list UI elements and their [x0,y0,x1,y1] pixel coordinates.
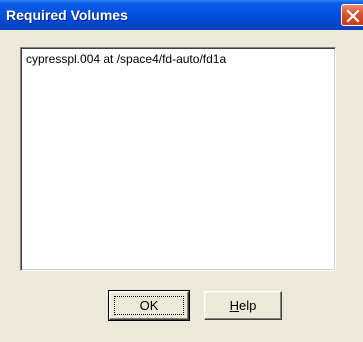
ok-button[interactable]: OK [108,290,190,321]
close-icon [346,9,360,23]
close-button[interactable] [341,4,363,26]
ok-button-label: OK [139,298,159,313]
help-mnemonic: H [229,298,240,313]
volumes-listbox[interactable]: cypresspl.004 at /space4/fd-auto/fd1a [20,47,336,271]
dialog-window: Required Volumes cypresspl.004 at /space… [0,0,363,342]
help-button[interactable]: Help [204,291,282,320]
list-item[interactable]: cypresspl.004 at /space4/fd-auto/fd1a [26,52,226,66]
help-button-label: Help [230,298,257,313]
window-title: Required Volumes [6,7,128,23]
help-label-rest: elp [239,298,257,313]
title-bar[interactable]: Required Volumes [0,0,363,30]
